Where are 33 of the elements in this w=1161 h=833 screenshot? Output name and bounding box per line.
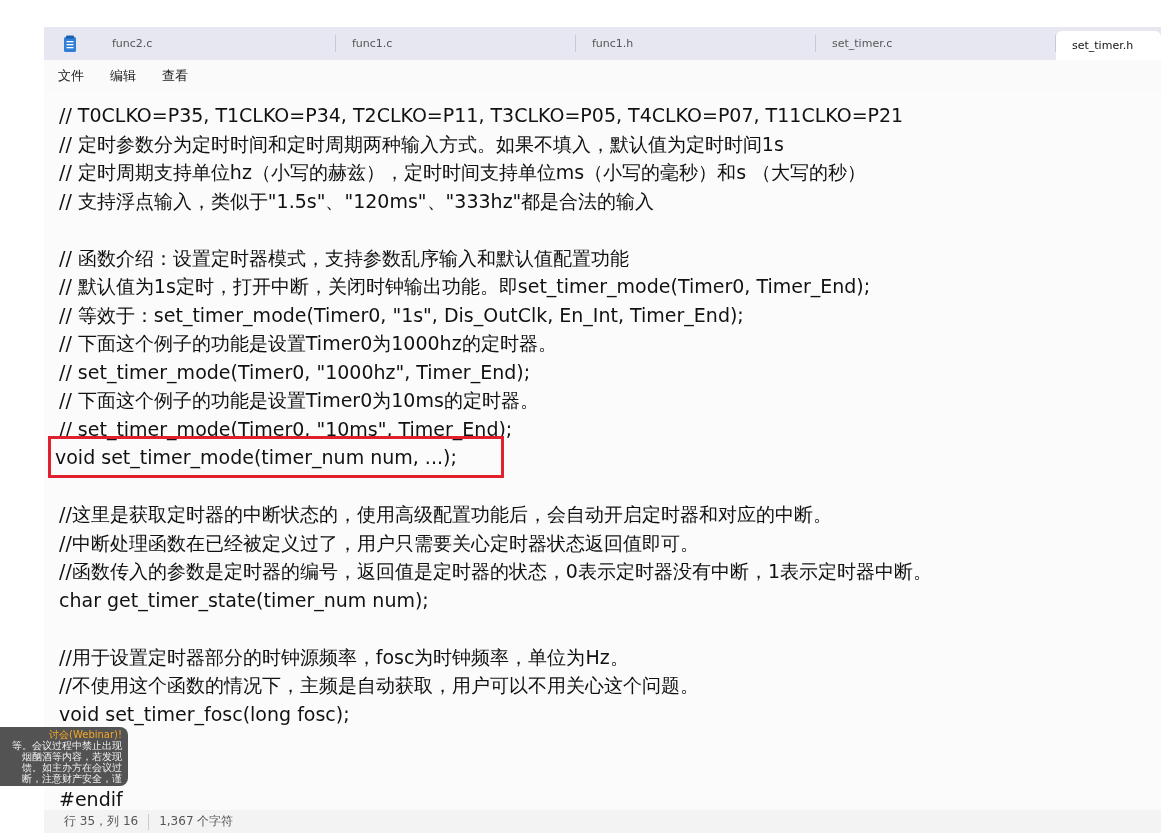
menu-item[interactable]: 文件 [48, 63, 94, 89]
file-tab[interactable]: func1.c [336, 35, 576, 52]
code-line: //这里是获取定时器的中断状态的，使用高级配置功能后，会自动开启定时器和对应的中断。 [59, 503, 832, 525]
code-line: //函数传入的参数是定时器的编号，返回值是定时器的状态，0表示定时器没有中断，1表示定时器中断。 [59, 560, 932, 582]
character-count: 1,367 个字符 [159, 813, 234, 830]
code-line: // set_timer_mode(Timer0, "1000hz", Timer_End); [59, 360, 531, 383]
cursor-position: 行 35，列 16 [64, 813, 139, 830]
file-tab[interactable]: set_timer.h [1056, 31, 1161, 60]
code-line: // 下面这个例子的功能是设置Timer0为10ms的定时器。 [59, 389, 539, 411]
code-line: //中断处理函数在已经被定义过了，用户只需要关心定时器状态返回值即可。 [59, 531, 699, 554]
code-line: // 默认值为1s定时，打开中断，关闭时钟输出功能。即set_timer_mode(Timer0, Timer_End); [59, 275, 871, 297]
notification-text: 断，注意财产安全，谨 [21, 773, 123, 784]
notification-text: 等。会议过程中禁止出现 [11, 740, 123, 751]
menu-item[interactable]: 查看 [152, 63, 198, 89]
file-tab[interactable]: func2.c [96, 35, 336, 52]
code-line: // 支持浮点输入，类似于"1.5s"、"120ms"、"333hz"都是合法的输入 [59, 189, 655, 212]
code-line: // 等效于：set_timer_mode(Timer0, "1s", Dis_OutClk, En_Int, Timer_End); [59, 303, 744, 326]
notification-title: 讨会(Webinar)! [49, 729, 123, 740]
file-tab[interactable]: func1.h [576, 35, 816, 52]
code-line: // 下面这个例子的功能是设置Timer0为1000hz的定时器。 [59, 332, 557, 354]
code-line: void set_timer_fosc(long fosc); [59, 702, 350, 725]
notification-text: 烟酗酒等内容，若发现 [21, 751, 123, 762]
code-line: // 定时参数分为定时时间和定时周期两种输入方式。如果不填入，默认值为定时时间1s [59, 132, 784, 155]
code-line: //不使用这个函数的情况下，主频是自动获取，用户可以不用关心这个问题。 [59, 674, 699, 696]
menu-item[interactable]: 编辑 [100, 63, 146, 89]
code-line: // T0CLKO=P35, T1CLKO=P34, T2CLKO=P11, T3CLKO=P05, T4CLKO=P07, T11CLKO=P21 [59, 104, 904, 126]
code-line: // 定时周期支持单位hz（小写的赫兹），定时时间支持单位ms（小写的毫秒）和s （大写的秒） [59, 161, 867, 183]
notepad-icon [63, 34, 77, 53]
code-line: //用于设置定时器部分的时钟源频率，fosc为时钟频率，单位为Hz。 [59, 645, 629, 668]
code-line: #endif [59, 788, 123, 810]
notification-text: 馈。如主办方在会议过 [21, 762, 123, 773]
code-line: char get_timer_state(timer_num num); [59, 588, 429, 611]
code-line: // 函数介绍：设置定时器模式，支持参数乱序输入和默认值配置功能 [59, 246, 629, 269]
